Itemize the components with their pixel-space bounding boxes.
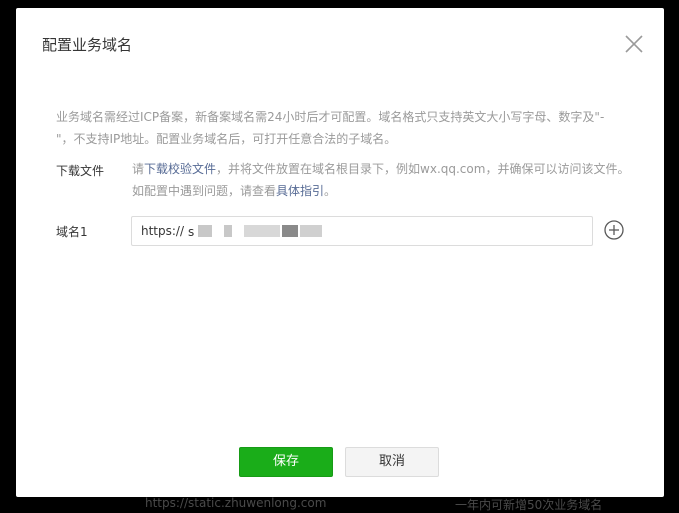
save-button[interactable]: 保存 <box>239 447 333 477</box>
add-domain-button[interactable] <box>603 219 625 241</box>
domain-label: 域名1 <box>56 225 88 239</box>
redacted-domain-block-2 <box>224 225 232 237</box>
redacted-domain-block-3 <box>244 225 280 237</box>
download-suffix: 。 <box>324 184 337 198</box>
cancel-button[interactable]: 取消 <box>345 447 439 477</box>
dialog-description: 业务域名需经过ICP备案，新备案域名需24小时后才可配置。域名格式只支持英文大小… <box>56 110 605 146</box>
background-hint-text: 一年内可新增50次业务域名 <box>455 498 603 512</box>
dialog-title: 配置业务域名 <box>42 36 133 54</box>
close-button[interactable] <box>622 32 646 56</box>
download-verify-file-link[interactable]: 下载校验文件 <box>144 162 216 176</box>
domain-protocol-prefix: https:// <box>141 224 185 238</box>
redacted-domain-block-1 <box>198 225 212 237</box>
domain-input-container[interactable]: https:// <box>131 216 593 246</box>
download-prefix: 请 <box>132 162 145 176</box>
background-url-text: https://static.zhuwenlong.com <box>145 496 327 510</box>
download-file-label: 下载文件 <box>56 164 105 178</box>
redacted-domain-block-4 <box>282 225 298 237</box>
guide-link[interactable]: 具体指引 <box>276 184 324 198</box>
redacted-domain-block-5 <box>300 225 322 237</box>
download-instructions: 请下载校验文件，并将文件放置在域名根目录下，例如wx.qq.com，并确保可以访… <box>132 158 632 202</box>
plus-circle-icon <box>604 220 624 240</box>
config-domain-dialog: 配置业务域名 业务域名需经过ICP备案，新备案域名需24小时后才可配置。域名格式… <box>16 8 664 497</box>
close-icon <box>625 35 643 53</box>
